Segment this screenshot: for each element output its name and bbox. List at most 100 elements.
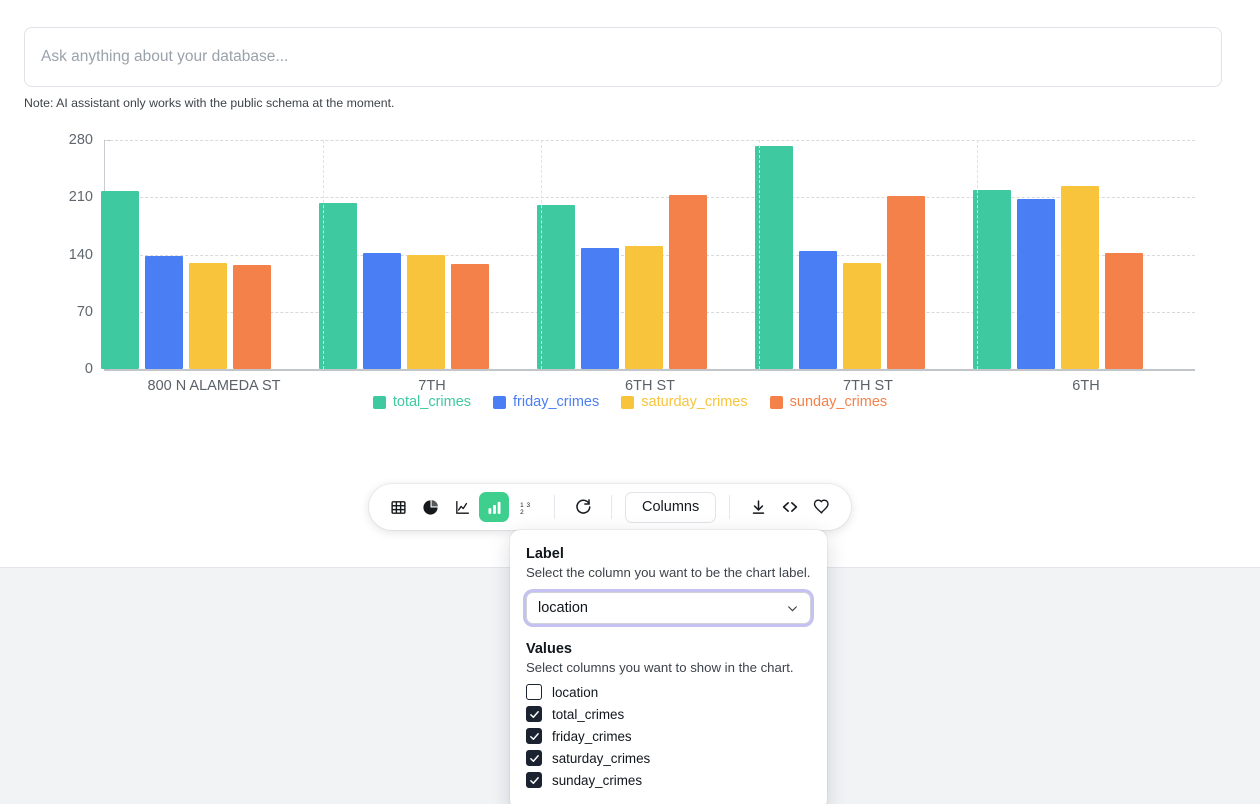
chart-legend: total_crimes friday_crimes saturday_crimes… [0, 394, 1260, 410]
bar[interactable] [887, 196, 925, 369]
bar[interactable] [145, 256, 183, 369]
bar-chart-icon[interactable] [479, 492, 509, 522]
vertical-gridline [759, 140, 760, 369]
legend-item[interactable]: saturday_crimes [621, 394, 747, 410]
bar[interactable] [1061, 186, 1099, 369]
content-panel: Note: AI assistant only works with the p… [0, 0, 1260, 568]
x-axis-line [104, 369, 1195, 371]
y-axis-tick-label: 70 [33, 304, 93, 320]
bar[interactable] [669, 195, 707, 369]
plot-area [105, 140, 1195, 369]
bar[interactable] [537, 205, 575, 369]
x-axis-label: 6TH ST [625, 378, 675, 394]
bar[interactable] [101, 191, 139, 369]
columns-button[interactable]: Columns [625, 492, 716, 523]
bar[interactable] [973, 190, 1011, 369]
code-icon[interactable] [775, 492, 805, 522]
bar-group [101, 140, 271, 369]
legend-swatch [621, 396, 634, 409]
label-column-value: location [538, 600, 786, 616]
legend-swatch [770, 396, 783, 409]
value-checkbox-label: friday_crimes [552, 729, 632, 744]
checkbox-checked-icon[interactable] [526, 706, 542, 722]
legend-item[interactable]: friday_crimes [493, 394, 599, 410]
values-section-subtitle: Select columns you want to show in the c… [526, 660, 811, 675]
bar[interactable] [407, 255, 445, 369]
vertical-gridline [323, 140, 324, 369]
y-axis-tick-label: 280 [33, 132, 93, 148]
number-format-icon[interactable]: 1 3 2 [511, 492, 541, 522]
heart-icon[interactable] [807, 492, 837, 522]
bar[interactable] [755, 146, 793, 369]
value-checkbox-row[interactable]: sunday_crimes [526, 772, 811, 788]
ai-prompt-box[interactable] [24, 27, 1222, 87]
toolbar-divider-2 [611, 495, 612, 519]
bar[interactable] [451, 264, 489, 369]
vertical-gridline [977, 140, 978, 369]
legend-item[interactable]: total_crimes [373, 394, 471, 410]
legend-label: total_crimes [393, 394, 471, 410]
y-axis-tick-label: 140 [33, 247, 93, 263]
checkbox-unchecked-icon[interactable] [526, 684, 542, 700]
bar[interactable] [363, 253, 401, 369]
value-checkbox-row[interactable]: total_crimes [526, 706, 811, 722]
line-chart-icon[interactable] [447, 492, 477, 522]
bar-group [537, 140, 707, 369]
value-checkbox-label: sunday_crimes [552, 773, 642, 788]
x-axis-label: 6TH [1072, 378, 1099, 394]
bar[interactable] [581, 248, 619, 369]
bar[interactable] [189, 263, 227, 369]
toolbar-divider-3 [729, 495, 730, 519]
label-section-title: Label [526, 546, 811, 562]
bar-group [973, 140, 1143, 369]
pie-chart-icon[interactable] [415, 492, 445, 522]
value-checkbox-row[interactable]: friday_crimes [526, 728, 811, 744]
app-root: Note: AI assistant only works with the p… [0, 0, 1260, 804]
checkbox-checked-icon[interactable] [526, 772, 542, 788]
legend-label: sunday_crimes [790, 394, 888, 410]
chevron-down-icon [786, 602, 799, 615]
legend-item[interactable]: sunday_crimes [770, 394, 888, 410]
value-checkbox-row[interactable]: saturday_crimes [526, 750, 811, 766]
bar[interactable] [799, 251, 837, 369]
checkbox-checked-icon[interactable] [526, 750, 542, 766]
y-axis-tick-label: 210 [33, 189, 93, 205]
svg-text:1: 1 [520, 501, 524, 508]
x-axis-label: 7TH ST [843, 378, 893, 394]
checkbox-checked-icon[interactable] [526, 728, 542, 744]
download-icon[interactable] [743, 492, 773, 522]
bar[interactable] [1017, 199, 1055, 369]
bar-group [319, 140, 489, 369]
chart-toolbar: 1 3 2 Columns [369, 484, 851, 530]
table-view-icon[interactable] [383, 492, 413, 522]
values-section-title: Values [526, 641, 811, 657]
bar[interactable] [625, 246, 663, 369]
ai-prompt-input[interactable] [25, 28, 1221, 86]
x-axis-label: 7TH [418, 378, 445, 394]
bar[interactable] [843, 263, 881, 369]
bar-chart: 0 70 140 210 280 800 N ALAMEDA ST 7TH 6TH ST 7T… [0, 128, 1260, 418]
value-checkbox-row[interactable]: location [526, 684, 811, 700]
legend-swatch [493, 396, 506, 409]
legend-label: friday_crimes [513, 394, 599, 410]
bar[interactable] [319, 203, 357, 369]
x-axis-label: 800 N ALAMEDA ST [148, 378, 281, 394]
value-checkbox-label: saturday_crimes [552, 751, 650, 766]
legend-label: saturday_crimes [641, 394, 747, 410]
y-axis-tick-mark [104, 369, 110, 370]
toolbar-divider-1 [554, 495, 555, 519]
schema-note: Note: AI assistant only works with the p… [24, 96, 394, 110]
label-column-select[interactable]: location [526, 592, 811, 624]
svg-text:2: 2 [520, 508, 524, 515]
svg-text:3: 3 [526, 501, 530, 508]
chart-columns-popover: Label Select the column you want to be t… [510, 530, 827, 804]
bar-group [755, 140, 925, 369]
y-axis-tick-label: 0 [33, 361, 93, 377]
vertical-gridline [541, 140, 542, 369]
bar[interactable] [233, 265, 271, 369]
refresh-icon[interactable] [568, 492, 598, 522]
bar[interactable] [1105, 253, 1143, 369]
values-checkbox-list: location total_crimes friday_crimessaturda… [526, 684, 811, 788]
label-section-subtitle: Select the column you want to be the cha… [526, 565, 811, 580]
legend-swatch [373, 396, 386, 409]
